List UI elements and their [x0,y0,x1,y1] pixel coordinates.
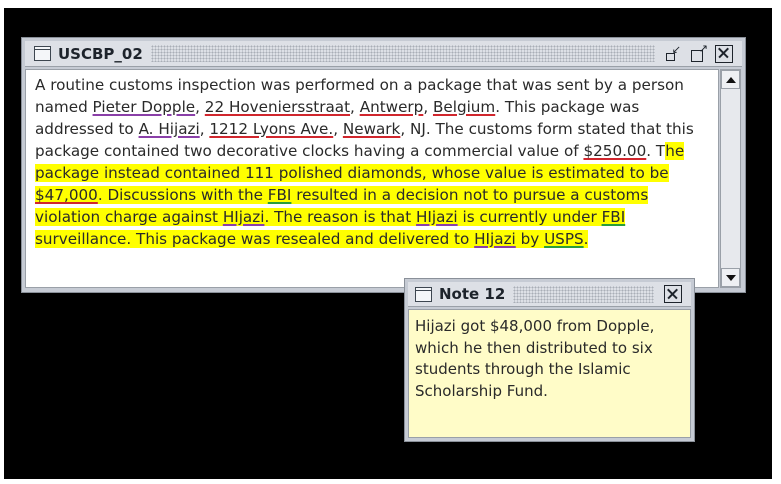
text-segment: , [333,120,343,138]
titlebar-grip [150,45,655,62]
maximize-icon[interactable] [690,41,708,62]
entity-person[interactable]: A. Hijazi [139,120,200,138]
note-text: Hijazi got $48,000 from Dopple, which he… [415,317,655,400]
text-segment: is currently under [457,208,602,226]
document-text: A routine customs inspection was perform… [35,74,715,250]
note-title: Note 12 [439,285,506,303]
entity-place[interactable]: 22 Hoveniersstraat [205,98,350,116]
note-window: Note 12 Hijazi got $48,000 from Dopple, … [404,278,695,442]
document-content[interactable]: A routine customs inspection was perform… [25,69,719,288]
entity-person[interactable]: HIjazi [416,208,458,226]
text-segment: . Discussions with the [97,186,268,204]
text-segment: . [583,230,589,248]
entity-money[interactable]: $250.00 [583,142,646,160]
text-segment: . T [646,142,666,160]
window-icon [415,286,432,302]
entity-person[interactable]: HIjazi [223,208,265,226]
entity-money[interactable]: $47,000 [35,186,98,204]
document-titlebar[interactable]: USCBP_02 [25,41,742,67]
entity-place[interactable]: 1212 Lyons Ave. [209,120,333,138]
arrow-down-icon[interactable] [721,268,740,287]
text-segment: , [195,98,205,116]
arrow-up-icon[interactable] [721,70,740,89]
entity-organization[interactable]: USPS [544,230,584,248]
text-segment: , [350,98,360,116]
document-title: USCBP_02 [58,44,143,63]
titlebar-grip [513,285,654,303]
text-segment: surveillance. This package was resealed … [35,230,475,248]
entity-organization[interactable]: FBI [268,186,292,204]
document-window: USCBP_02 A routine customs inspection wa… [21,37,746,293]
entity-person[interactable]: Pieter Dopple [93,98,196,116]
iconify-icon[interactable] [665,42,681,62]
entity-place[interactable]: Antwerp [360,98,424,116]
entity-place[interactable]: Newark [343,120,400,138]
note-body[interactable]: Hijazi got $48,000 from Dopple, which he… [408,309,691,438]
close-icon[interactable] [664,285,682,303]
entity-organization[interactable]: FBI [602,208,626,226]
window-icon [34,46,51,61]
text-segment: by [515,230,545,248]
text-segment: , [423,98,433,116]
entity-person[interactable]: HIjazi [474,230,516,248]
text-segment: , [199,120,210,138]
text-segment: . The reason is that [264,208,417,226]
vertical-scrollbar[interactable] [720,69,741,288]
note-titlebar[interactable]: Note 12 [408,282,691,307]
close-icon[interactable] [715,44,733,63]
entity-place[interactable]: Belgium [433,98,495,116]
